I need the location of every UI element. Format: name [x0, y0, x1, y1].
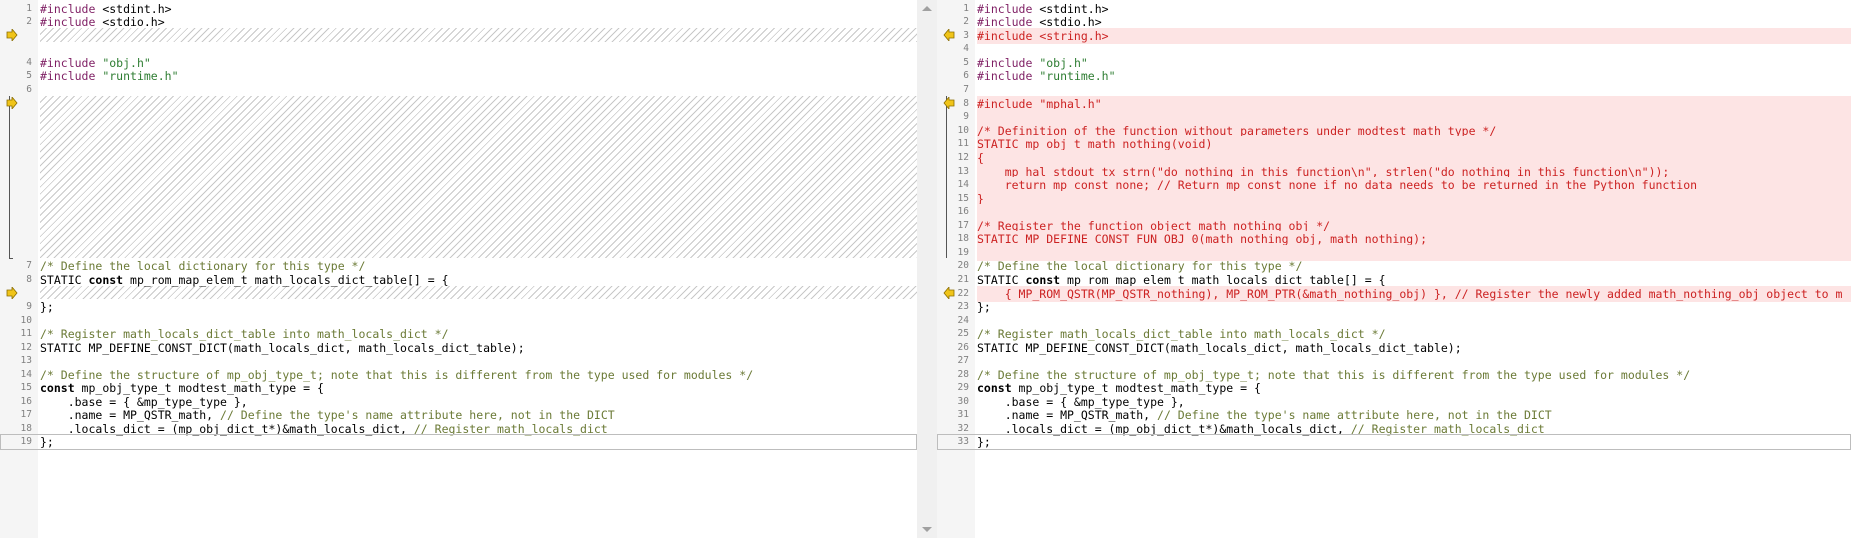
line-number: 19: [20, 436, 32, 447]
code-text: STATIC const mp_rom_map_elem_t math_loca…: [40, 273, 449, 287]
line-number: 6: [26, 84, 32, 95]
line-number: 2: [26, 16, 32, 27]
diff-arrow-left-icon[interactable]: [943, 97, 955, 109]
left-placeholder-gap: [40, 96, 917, 258]
code-line[interactable]: 2 #include <stdio.h>: [0, 14, 917, 30]
diff-arrow-right-icon[interactable]: [6, 287, 18, 299]
diff-arrow-left-icon[interactable]: [943, 29, 955, 41]
diff-arrow-left-icon[interactable]: [943, 287, 955, 299]
diff-arrow-right-icon[interactable]: [6, 97, 18, 109]
line-number: 8: [26, 274, 32, 285]
scroll-up-icon[interactable]: [922, 6, 932, 11]
code-line[interactable]: 8 STATIC const mp_rom_map_elem_t math_loc…: [0, 272, 917, 288]
code-line[interactable]: 6: [0, 82, 917, 98]
left-diff-pane[interactable]: 1 #include <stdint.h> 2 #include <stdio.h> 4…: [0, 0, 917, 538]
right-diff-pane[interactable]: 1 #include <stdint.h> 2 #include <stdio.h> 3…: [937, 0, 1851, 538]
code-text: #include <stdio.h>: [40, 15, 165, 29]
scroll-down-icon[interactable]: [922, 527, 932, 532]
left-change-bracket: [9, 96, 10, 258]
left-placeholder-gap: [40, 28, 917, 42]
code-text: };: [977, 435, 991, 449]
left-vertical-scrollbar[interactable]: [917, 0, 937, 538]
code-line[interactable]: 19};: [0, 434, 917, 450]
code-line[interactable]: 33};: [937, 434, 1851, 450]
line-number: 33: [957, 436, 969, 447]
diff-arrow-right-icon[interactable]: [6, 29, 18, 41]
code-text: };: [40, 435, 54, 449]
